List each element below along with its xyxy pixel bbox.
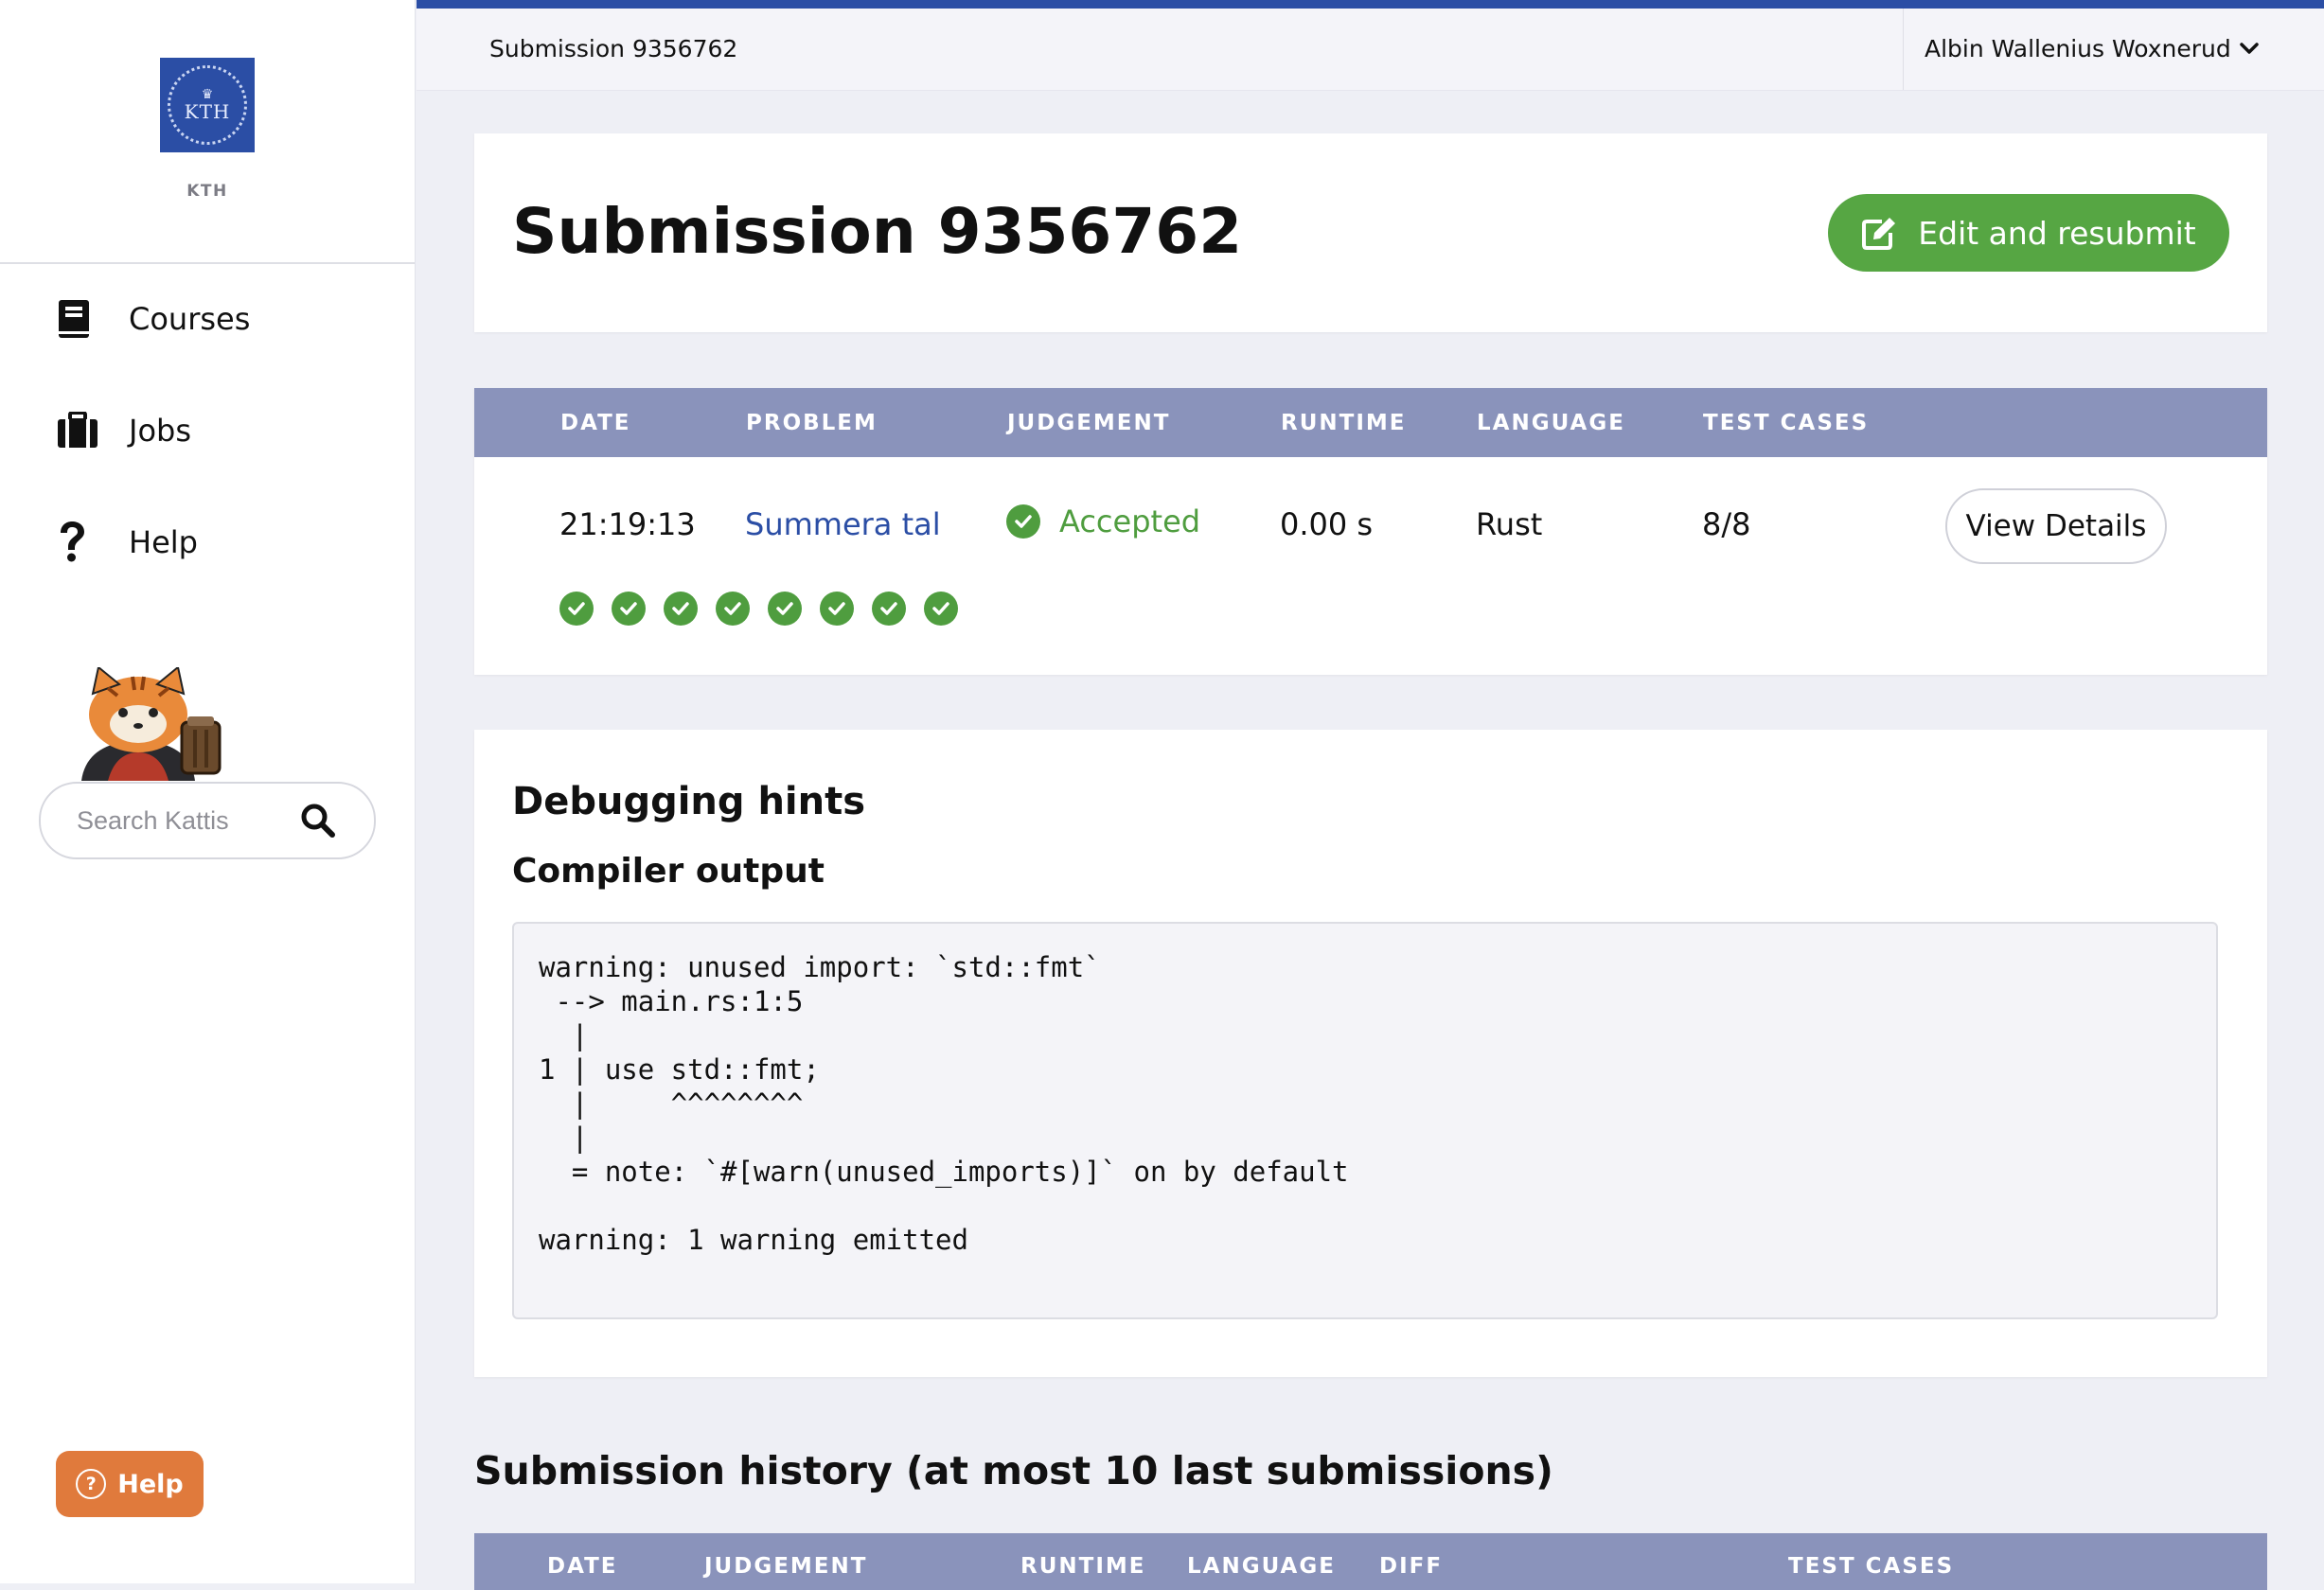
briefcase-icon <box>57 409 104 452</box>
topbar: Submission 9356762 Albin Wallenius Woxne… <box>417 9 2324 91</box>
history-column-judgement: JUDGEMENT <box>704 1554 868 1579</box>
logo-caption: KTH <box>186 182 228 201</box>
divider <box>1903 9 1904 90</box>
column-header-date: DATE <box>560 411 631 435</box>
history-column-runtime: RUNTIME <box>1020 1554 1146 1579</box>
help-widget-button[interactable]: ? Help <box>56 1451 204 1517</box>
judgement-status: Accepted <box>1006 504 1200 539</box>
submission-history-title: Submission history (at most 10 last subm… <box>474 1448 1553 1493</box>
sidebar: ♛ KTH KTH Courses Jobs Help Search Katti… <box>0 0 416 1583</box>
column-header-test-cases: TEST CASES <box>1703 411 1870 435</box>
test-case-passed-icon[interactable] <box>872 592 906 626</box>
search-input[interactable] <box>75 804 296 837</box>
top-accent-bar <box>417 0 2324 9</box>
edit-and-resubmit-label: Edit and resubmit <box>1918 214 2196 252</box>
sidebar-item-label: Help <box>129 524 198 560</box>
user-menu[interactable]: Albin Wallenius Woxnerud <box>1925 35 2231 62</box>
page-title: Submission 9356762 <box>512 195 1243 268</box>
kattis-mascot-image <box>81 667 222 781</box>
table-header: DATE PROBLEM JUDGEMENT RUNTIME LANGUAGE … <box>474 388 2267 457</box>
help-widget-label: Help <box>117 1469 184 1499</box>
compiler-output-title: Compiler output <box>512 852 825 891</box>
column-header-problem: PROBLEM <box>746 411 878 435</box>
history-column-date: DATE <box>547 1554 618 1579</box>
search-box <box>39 782 376 859</box>
chevron-down-icon[interactable] <box>2236 35 2262 62</box>
view-details-button[interactable]: View Details <box>1945 488 2167 564</box>
sidebar-item-courses[interactable]: Courses <box>57 291 250 347</box>
test-case-passed-icon[interactable] <box>768 592 802 626</box>
history-column-language: LANGUAGE <box>1187 1554 1336 1579</box>
check-circle-icon <box>1006 504 1040 539</box>
test-case-passed-icon[interactable] <box>612 592 646 626</box>
test-case-passed-icon[interactable] <box>664 592 698 626</box>
question-icon <box>57 521 104 564</box>
breadcrumb: Submission 9356762 <box>489 35 738 62</box>
judgement-label: Accepted <box>1059 504 1201 539</box>
history-column-diff: DIFF <box>1379 1554 1444 1579</box>
sidebar-item-label: Courses <box>129 301 251 337</box>
book-icon <box>57 297 104 341</box>
language-value: Rust <box>1476 506 1543 542</box>
submission-date: 21:19:13 <box>559 506 696 542</box>
kth-logo[interactable]: ♛ KTH <box>160 58 255 152</box>
sidebar-item-jobs[interactable]: Jobs <box>57 402 191 459</box>
search-icon[interactable] <box>300 803 336 839</box>
kth-logo-emblem: ♛ KTH <box>168 65 247 145</box>
debugging-hints-title: Debugging hints <box>512 780 866 823</box>
column-header-language: LANGUAGE <box>1477 411 1625 435</box>
column-header-runtime: RUNTIME <box>1281 411 1407 435</box>
test-case-passed-icon[interactable] <box>924 592 958 626</box>
history-table-header: DATE JUDGEMENT RUNTIME LANGUAGE DIFF TES… <box>474 1533 2267 1590</box>
crown-icon: ♛ <box>201 87 214 102</box>
problem-link[interactable]: Summera tal <box>745 506 941 542</box>
edit-icon <box>1862 218 1896 250</box>
edit-and-resubmit-button[interactable]: Edit and resubmit <box>1828 194 2229 272</box>
column-header-judgement: JUDGEMENT <box>1007 411 1171 435</box>
test-case-passed-icon[interactable] <box>820 592 854 626</box>
history-column-test-cases: TEST CASES <box>1788 1554 1955 1579</box>
sidebar-divider <box>0 262 415 264</box>
logo-text: KTH <box>184 100 231 123</box>
compiler-output-text: warning: unused import: `std::fmt` --> m… <box>539 951 1349 1256</box>
test-case-passed-icon[interactable] <box>716 592 750 626</box>
test-cases-value: 8/8 <box>1702 506 1751 542</box>
test-case-passed-icon[interactable] <box>559 592 594 626</box>
question-circle-icon: ? <box>76 1469 107 1499</box>
sidebar-item-help[interactable]: Help <box>57 514 198 571</box>
sidebar-item-label: Jobs <box>129 413 191 449</box>
test-case-results <box>559 592 976 626</box>
compiler-output-box: warning: unused import: `std::fmt` --> m… <box>512 922 2218 1319</box>
runtime-value: 0.00 s <box>1280 506 1374 542</box>
